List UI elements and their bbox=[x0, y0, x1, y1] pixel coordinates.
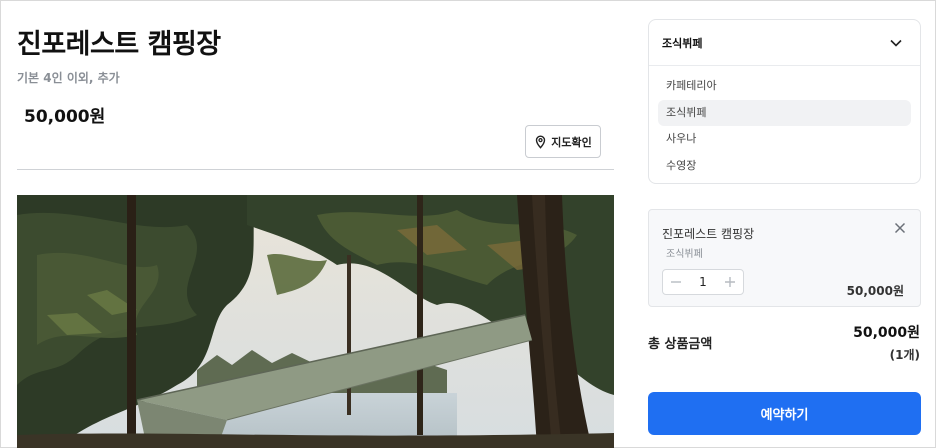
increase-quantity-button[interactable] bbox=[723, 275, 737, 289]
decrease-quantity-button[interactable] bbox=[669, 275, 683, 289]
product-price: 50,000원 bbox=[24, 107, 106, 127]
section-divider bbox=[17, 169, 614, 170]
option-item-cafeteria[interactable]: 카페테리아 bbox=[658, 73, 911, 100]
total-count: (1개) bbox=[889, 348, 920, 362]
product-subtitle: 기본 4인 이외, 추가 bbox=[17, 71, 120, 85]
plus-icon bbox=[724, 277, 735, 287]
campsite-photo bbox=[17, 195, 614, 448]
option-dropdown: 조식뷔페 카페테리아 조식뷔페 사우나 수영장 bbox=[648, 19, 921, 184]
chevron-down-icon bbox=[890, 39, 902, 47]
close-icon bbox=[894, 222, 906, 234]
cart-item-name: 진포레스트 캠핑장 bbox=[662, 227, 755, 241]
remove-item-button[interactable] bbox=[892, 220, 908, 236]
map-view-button[interactable]: 지도확인 bbox=[525, 125, 601, 158]
total-amount: 50,000원 bbox=[853, 325, 920, 341]
map-view-label: 지도확인 bbox=[551, 135, 592, 149]
option-item-sauna[interactable]: 사우나 bbox=[658, 126, 911, 153]
reserve-button[interactable]: 예약하기 bbox=[648, 392, 921, 435]
cart-item: 진포레스트 캠핑장 조식뷔페 1 50,000원 bbox=[648, 209, 921, 307]
total-label: 총 상품금액 bbox=[648, 337, 713, 352]
minus-icon bbox=[671, 281, 681, 283]
quantity-value[interactable]: 1 bbox=[699, 275, 707, 289]
cart-item-price: 50,000원 bbox=[846, 284, 904, 298]
cart-item-option: 조식뷔페 bbox=[666, 249, 703, 260]
option-item-swimming-pool[interactable]: 수영장 bbox=[658, 153, 911, 180]
map-pin-icon bbox=[536, 134, 546, 149]
option-list: 카페테리아 조식뷔페 사우나 수영장 bbox=[649, 66, 920, 179]
selected-option-label: 조식뷔페 bbox=[662, 36, 703, 50]
product-title: 진포레스트 캠핑장 bbox=[17, 29, 221, 60]
option-item-breakfast-buffet[interactable]: 조식뷔페 bbox=[658, 99, 911, 126]
quantity-stepper: 1 bbox=[662, 269, 744, 295]
option-dropdown-toggle[interactable]: 조식뷔페 bbox=[649, 20, 920, 66]
